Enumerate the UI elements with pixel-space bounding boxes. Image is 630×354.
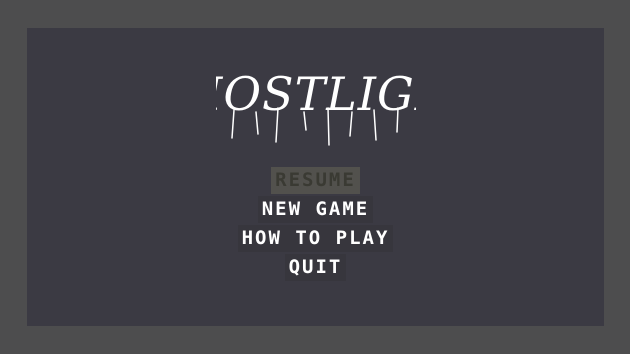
- new-game-button[interactable]: NEW GAME: [257, 196, 374, 223]
- game-logo: GHOSTLIGHT: [27, 50, 604, 150]
- ghostlight-logo: GHOSTLIGHT: [216, 67, 416, 146]
- logo-title: GHOSTLIGHT: [216, 67, 416, 121]
- quit-button[interactable]: QUIT: [284, 254, 347, 281]
- how-to-play-button[interactable]: HOW TO PLAY: [237, 225, 394, 252]
- window-frame: GHOSTLIGHT RESUME NEW GAME HOW TO PLAY Q…: [0, 0, 630, 354]
- resume-button[interactable]: RESUME: [271, 167, 360, 194]
- game-screen: GHOSTLIGHT RESUME NEW GAME HOW TO PLAY Q…: [27, 28, 604, 326]
- main-menu: RESUME NEW GAME HOW TO PLAY QUIT: [27, 167, 604, 283]
